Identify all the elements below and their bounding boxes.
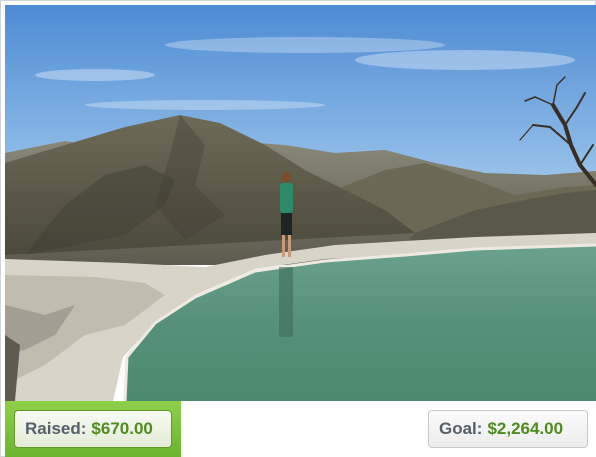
raised-amount: $670.00 [91,419,153,438]
fundraiser-widget: Raised: $670.00 Goal: $2,264.00 [0,0,596,457]
raised-badge: Raised: $670.00 [14,410,172,448]
goal-amount: $2,264.00 [487,419,564,438]
goal-label: Goal: [439,419,483,438]
raised-label: Raised: [25,419,87,438]
goal-badge: Goal: $2,264.00 [428,410,588,448]
fundraising-progress-bar: Raised: $670.00 Goal: $2,264.00 [5,401,596,457]
hero-photo [5,5,596,401]
